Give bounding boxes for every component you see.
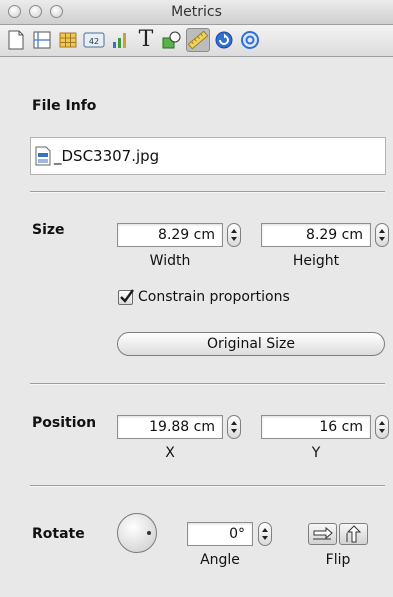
ruler-icon <box>187 30 209 50</box>
chart-icon <box>113 33 126 48</box>
checkmark-icon <box>120 289 134 303</box>
graphic-inspector-button[interactable] <box>160 28 184 52</box>
angle-stepper[interactable] <box>258 522 272 546</box>
quicktime-icon <box>241 31 259 49</box>
height-label: Height <box>292 253 340 269</box>
metrics-panel: File Info _DSC3307.jpg Size 8.29 cm 8.29… <box>2 57 393 597</box>
file-name: _DSC3307.jpg <box>54 147 160 165</box>
hyperlink-inspector-button[interactable] <box>212 28 236 52</box>
hyperlink-icon <box>215 31 233 49</box>
x-position-field[interactable]: 19.88 cm <box>117 415 223 439</box>
flip-vertical-icon <box>346 525 361 543</box>
graphic-icon <box>162 31 181 49</box>
angle-label: Angle <box>200 552 240 568</box>
divider <box>30 191 385 193</box>
window-title: Metrics <box>171 4 222 20</box>
flip-label: Flip <box>325 552 351 568</box>
file-info-label: File Info <box>32 98 97 114</box>
cell-format-icon: 42 <box>83 32 105 48</box>
width-label: Width <box>149 253 191 269</box>
size-label: Size <box>32 222 65 238</box>
file-name-box: _DSC3307.jpg <box>30 137 386 175</box>
x-label: X <box>165 445 175 461</box>
flip-horizontal-button[interactable] <box>308 523 337 545</box>
divider <box>30 485 385 487</box>
layout-icon <box>33 31 51 49</box>
inspector-toolbar: 42 T <box>0 25 393 57</box>
flip-vertical-button[interactable] <box>339 523 368 545</box>
layout-inspector-button[interactable] <box>30 28 54 52</box>
rotation-wheel[interactable] <box>117 513 157 553</box>
chart-inspector-button[interactable] <box>108 28 132 52</box>
flip-horizontal-icon <box>312 526 333 540</box>
document-icon <box>8 30 24 50</box>
y-position-stepper[interactable] <box>375 415 389 439</box>
metrics-inspector-button[interactable] <box>186 28 210 52</box>
image-file-icon <box>35 146 51 166</box>
width-field[interactable]: 8.29 cm <box>117 223 223 247</box>
text-inspector-button[interactable]: T <box>134 28 158 52</box>
height-field[interactable]: 8.29 cm <box>261 223 371 247</box>
rotation-indicator-dot <box>147 531 151 535</box>
table-icon <box>59 32 77 48</box>
width-stepper[interactable] <box>227 223 241 247</box>
position-label: Position <box>32 415 97 431</box>
cell-format-inspector-button[interactable]: 42 <box>82 28 106 52</box>
y-label: Y <box>311 445 321 461</box>
original-size-button[interactable]: Original Size <box>117 332 385 356</box>
quicktime-inspector-button[interactable] <box>238 28 262 52</box>
rotate-label: Rotate <box>32 526 85 542</box>
title-bar: Metrics <box>0 0 393 25</box>
text-icon: T <box>138 27 154 52</box>
constrain-proportions-label: Constrain proportions <box>138 289 290 305</box>
height-stepper[interactable] <box>375 223 389 247</box>
document-inspector-button[interactable] <box>4 28 28 52</box>
divider <box>30 383 385 385</box>
svg-text:42: 42 <box>89 37 99 46</box>
x-position-stepper[interactable] <box>227 415 241 439</box>
y-position-field[interactable]: 16 cm <box>261 415 371 439</box>
constrain-proportions-checkbox[interactable] <box>118 289 134 305</box>
table-inspector-button[interactable] <box>56 28 80 52</box>
angle-field[interactable]: 0° <box>187 522 253 546</box>
